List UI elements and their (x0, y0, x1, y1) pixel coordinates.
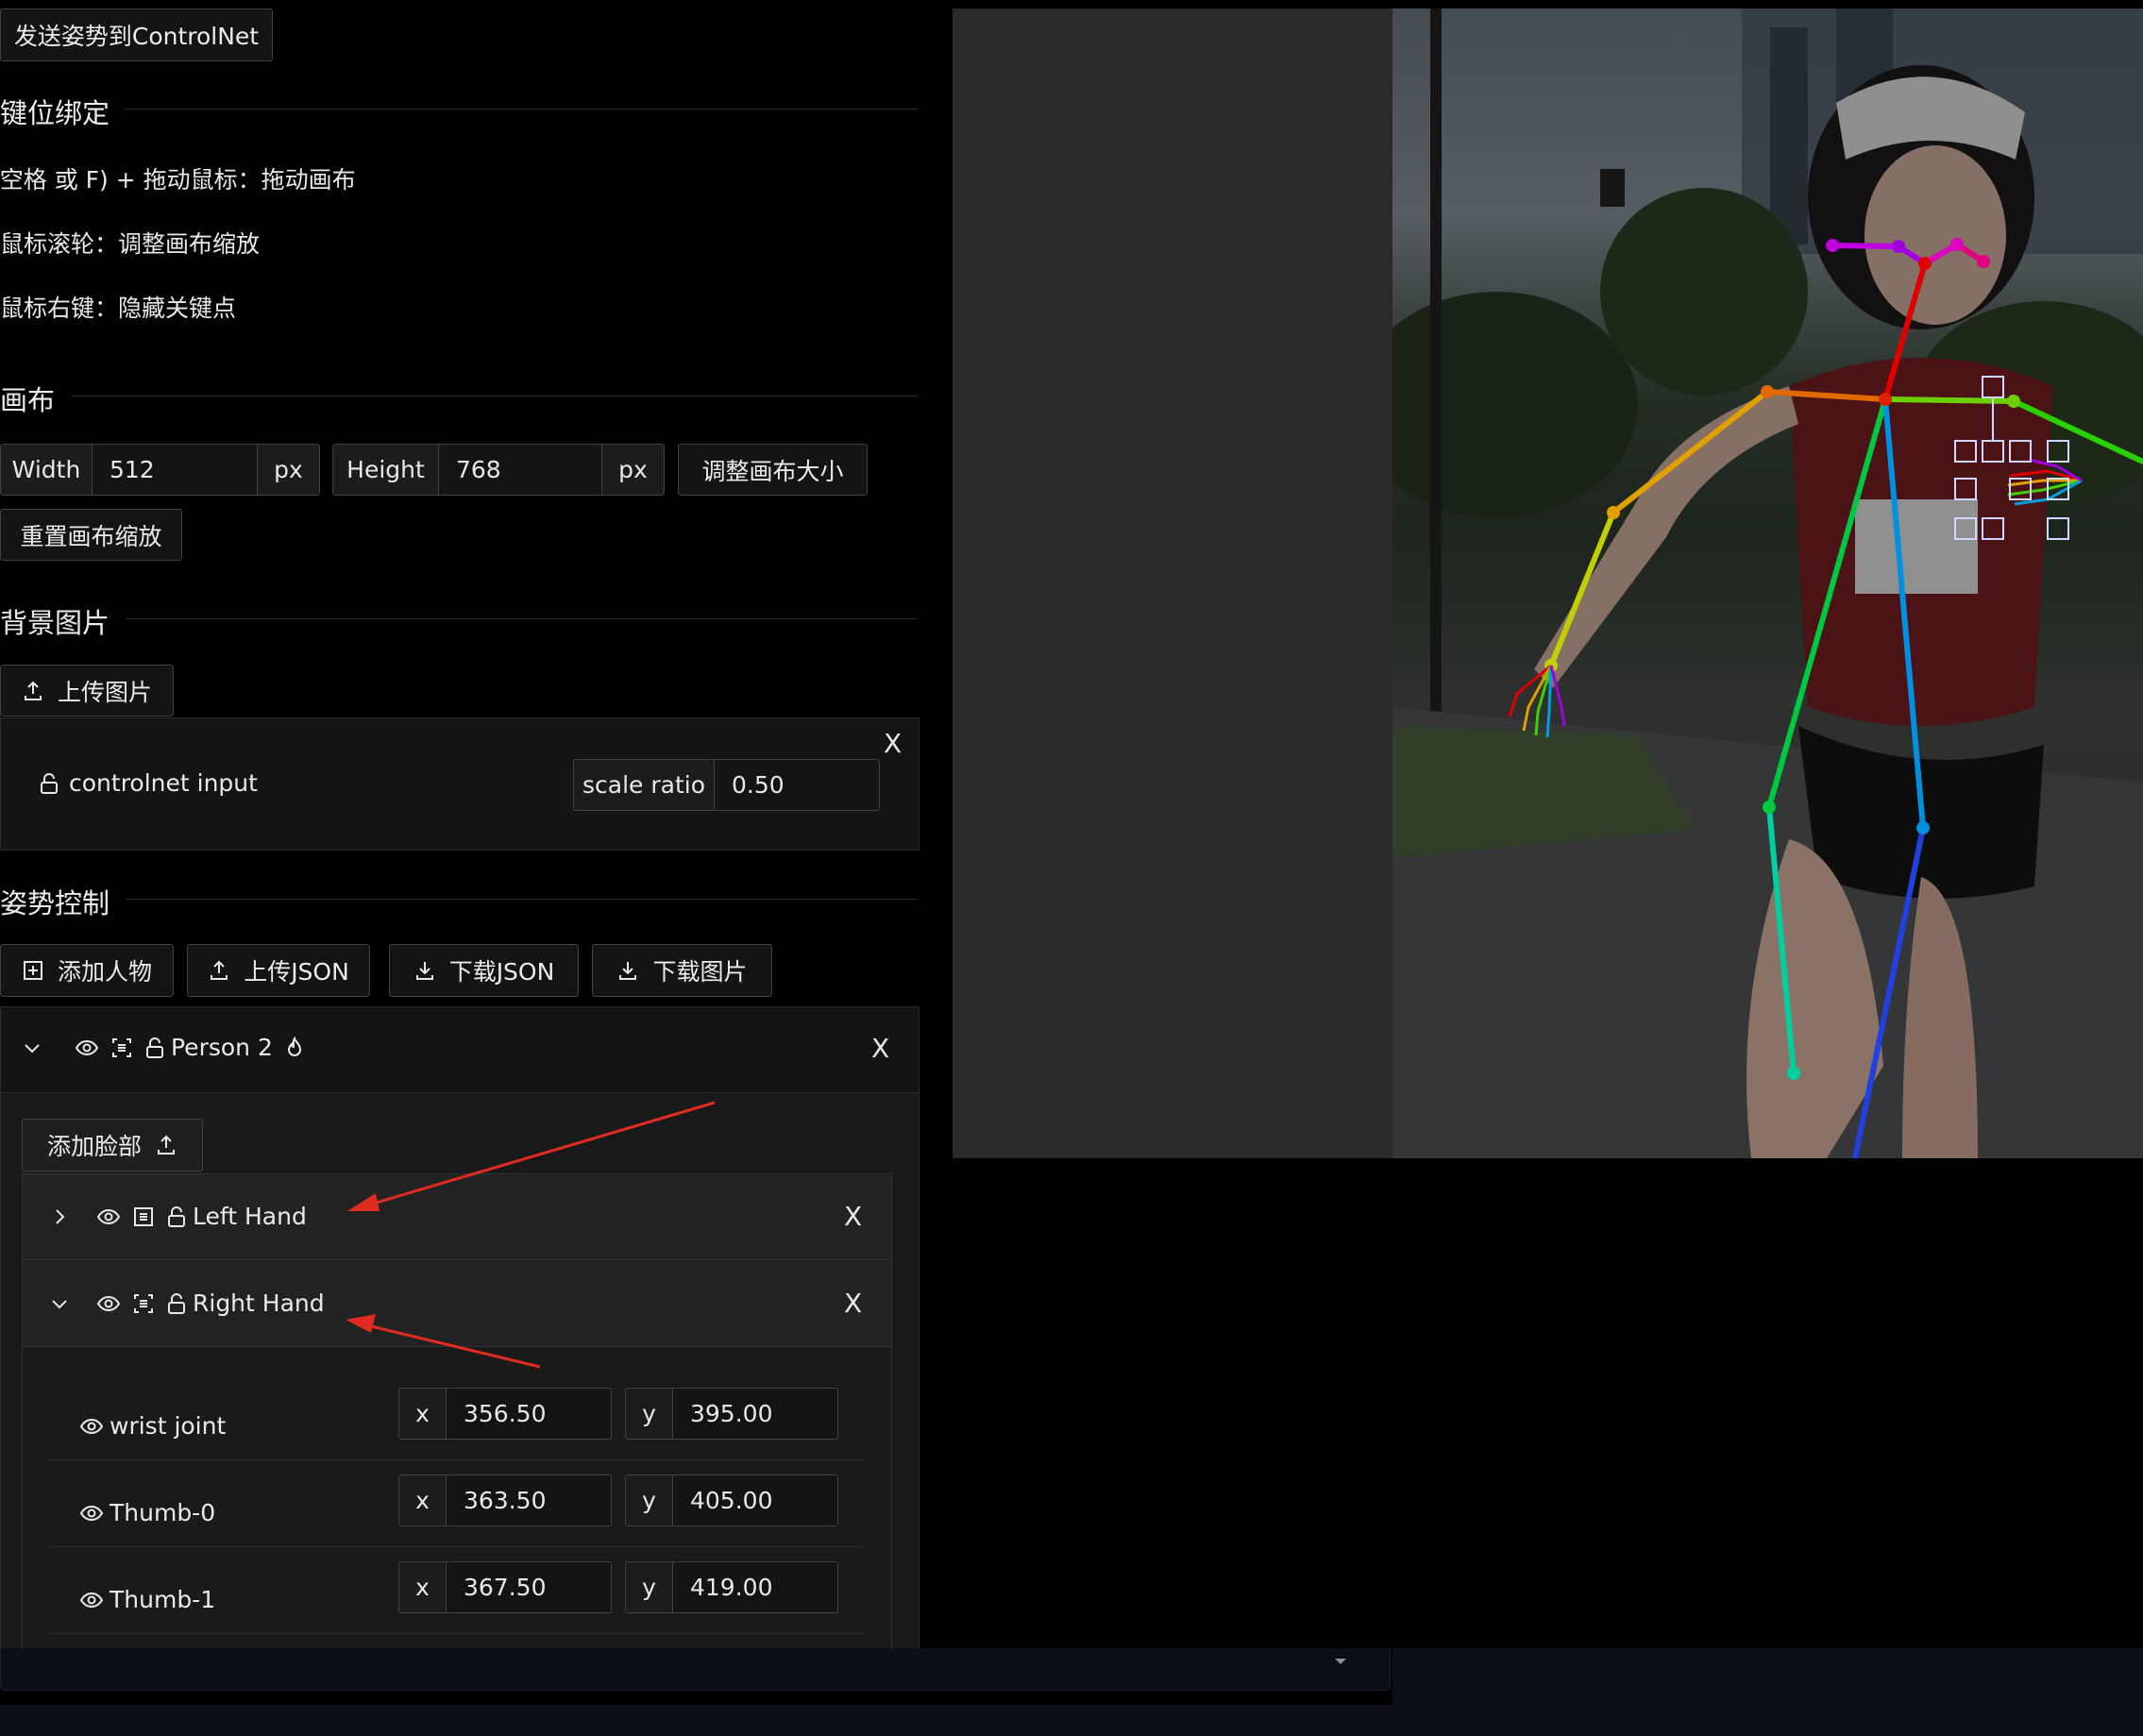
page-footer-strip (0, 1705, 2143, 1736)
caret-down-icon[interactable] (1332, 1656, 1349, 1667)
right-dark-area (1392, 1648, 2143, 1705)
pose-skeleton[interactable] (953, 8, 2143, 1158)
bottom-dropdown-bar[interactable] (0, 1648, 1391, 1691)
